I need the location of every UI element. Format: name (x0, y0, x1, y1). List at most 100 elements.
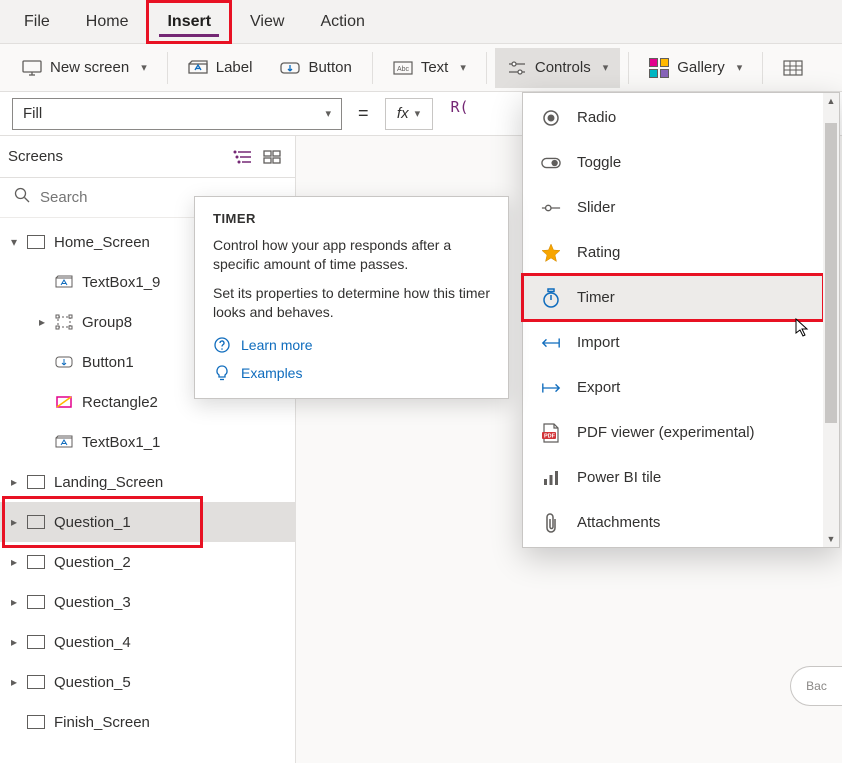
menu-insert[interactable]: Insert (149, 3, 229, 41)
label-button[interactable]: Label (176, 48, 265, 88)
examples-link[interactable]: Examples (213, 364, 490, 382)
dropdown-item-label: Toggle (577, 154, 621, 171)
scrollbar[interactable]: ▲ ▼ (823, 93, 839, 547)
dropdown-item-timer[interactable]: Timer (523, 275, 823, 320)
dropdown-item-toggle[interactable]: Toggle (523, 140, 823, 185)
chevron-icon[interactable]: ▸ (6, 475, 22, 489)
controls-menu[interactable]: Controls ▾ (495, 48, 620, 88)
dropdown-item-label: Slider (577, 199, 615, 216)
screen-icon (26, 474, 46, 490)
tree-item-landing_screen[interactable]: ▸Landing_Screen (0, 462, 295, 502)
chevron-icon[interactable]: ▾ (6, 235, 22, 249)
tree-item-question_5[interactable]: ▸Question_5 (0, 662, 295, 702)
screen-icon (26, 514, 46, 530)
pdf-icon: PDF (541, 423, 561, 443)
toggle-icon (541, 153, 561, 173)
new-screen-button[interactable]: New screen ▾ (10, 48, 159, 88)
tooltip-p1: Control how your app responds after a sp… (213, 236, 490, 274)
separator (167, 52, 168, 84)
chevron-down-icon: ▾ (415, 107, 421, 120)
tree-view-list[interactable] (227, 142, 257, 172)
back-button[interactable]: Bac (790, 666, 842, 706)
chevron-icon[interactable]: ▸ (6, 595, 22, 609)
new-screen-label: New screen (50, 59, 129, 76)
dropdown-item-label: Import (577, 334, 620, 351)
dropdown-item-label: Power BI tile (577, 469, 661, 486)
chevron-icon[interactable]: ▸ (6, 635, 22, 649)
gallery-icon (649, 58, 669, 78)
examples-label: Examples (241, 365, 302, 381)
gallery-label: Gallery (677, 59, 725, 76)
menu-action[interactable]: Action (302, 0, 382, 44)
tree-item-question_4[interactable]: ▸Question_4 (0, 622, 295, 662)
scroll-thumb[interactable] (825, 123, 837, 423)
screen-icon (26, 634, 46, 650)
tree-title: Screens (8, 148, 63, 165)
screen-icon (26, 594, 46, 610)
separator (486, 52, 487, 84)
import-icon (541, 333, 561, 353)
tree-item-label: Group8 (82, 314, 132, 331)
dropdown-item-export[interactable]: Export (523, 365, 823, 410)
dropdown-item-import[interactable]: Import (523, 320, 823, 365)
separator (628, 52, 629, 84)
chevron-icon[interactable]: ▸ (34, 315, 50, 329)
gallery-menu[interactable]: Gallery ▾ (637, 48, 754, 88)
menu-highlight-box: Insert (146, 0, 232, 44)
dropdown-item-radio[interactable]: Radio (523, 95, 823, 140)
dropdown-item-attachments[interactable]: Attachments (523, 500, 823, 545)
tree-item-textbox1_1[interactable]: TextBox1_1 (0, 422, 295, 462)
chevron-down-icon: ▾ (603, 61, 609, 74)
menu-file[interactable]: File (6, 0, 68, 44)
text-icon: Abc (393, 58, 413, 78)
datatable-button[interactable] (771, 48, 807, 88)
tree-item-label: Question_3 (54, 594, 131, 611)
scroll-up-icon[interactable]: ▲ (823, 93, 839, 109)
tree-item-label: Rectangle2 (82, 394, 158, 411)
chevron-icon[interactable]: ▸ (6, 555, 22, 569)
text-menu[interactable]: Abc Text ▾ (381, 48, 478, 88)
radio-icon (541, 108, 561, 128)
tree-item-question_3[interactable]: ▸ Question_3 (0, 582, 295, 622)
chevron-down-icon: ▾ (737, 61, 743, 74)
table-icon (783, 58, 803, 78)
textbox-icon (54, 434, 74, 450)
chevron-icon[interactable]: ▸ (6, 675, 22, 689)
rating-icon (541, 243, 561, 263)
label-label: Label (216, 59, 253, 76)
tree-item-label: Question_1 (54, 514, 131, 531)
export-icon (541, 378, 561, 398)
tree-view-thumbs[interactable] (257, 142, 287, 172)
dropdown-item-rating[interactable]: Rating (523, 230, 823, 275)
rectangle-icon (54, 394, 74, 410)
dropdown-item-pdf-viewer-experimental-[interactable]: PDFPDF viewer (experimental) (523, 410, 823, 455)
dropdown-item-slider[interactable]: Slider (523, 185, 823, 230)
monitor-icon (22, 58, 42, 78)
tree-item-label: TextBox1_9 (82, 274, 160, 291)
timer-icon (541, 288, 561, 308)
chevron-down-icon: ▾ (325, 107, 331, 120)
controls-label: Controls (535, 59, 591, 76)
attach-icon (541, 513, 561, 533)
ribbon: New screen ▾ Label Button Abc Text ▾ Con… (0, 44, 842, 92)
button-button[interactable]: Button (268, 48, 363, 88)
dropdown-item-power-bi-tile[interactable]: Power BI tile (523, 455, 823, 500)
chevron-icon[interactable]: ▸ (6, 515, 22, 529)
scroll-down-icon[interactable]: ▼ (823, 531, 839, 547)
dropdown-item-label: Timer (577, 289, 615, 306)
tree-item-question_1[interactable]: ▸ Question_1 (0, 502, 295, 542)
tree-item-question_2[interactable]: ▸Question_2 (0, 542, 295, 582)
controls-dropdown: Radio Toggle Slider Rating Timer Import Export… (522, 92, 840, 548)
fx-button[interactable]: fx ▾ (385, 98, 433, 130)
screen-icon (26, 714, 46, 730)
text-label: Text (421, 59, 449, 76)
property-selector[interactable]: Fill ▾ (12, 98, 342, 130)
svg-text:PDF: PDF (544, 433, 556, 439)
menu-view[interactable]: View (232, 0, 302, 44)
tree-item-label: Home_Screen (54, 234, 150, 251)
learn-more-link[interactable]: Learn more (213, 336, 490, 354)
highlight-box (521, 273, 825, 322)
menu-home[interactable]: Home (68, 0, 147, 44)
tree-item-finish_screen[interactable]: Finish_Screen (0, 702, 295, 742)
chevron-down-icon: ▾ (141, 61, 147, 74)
